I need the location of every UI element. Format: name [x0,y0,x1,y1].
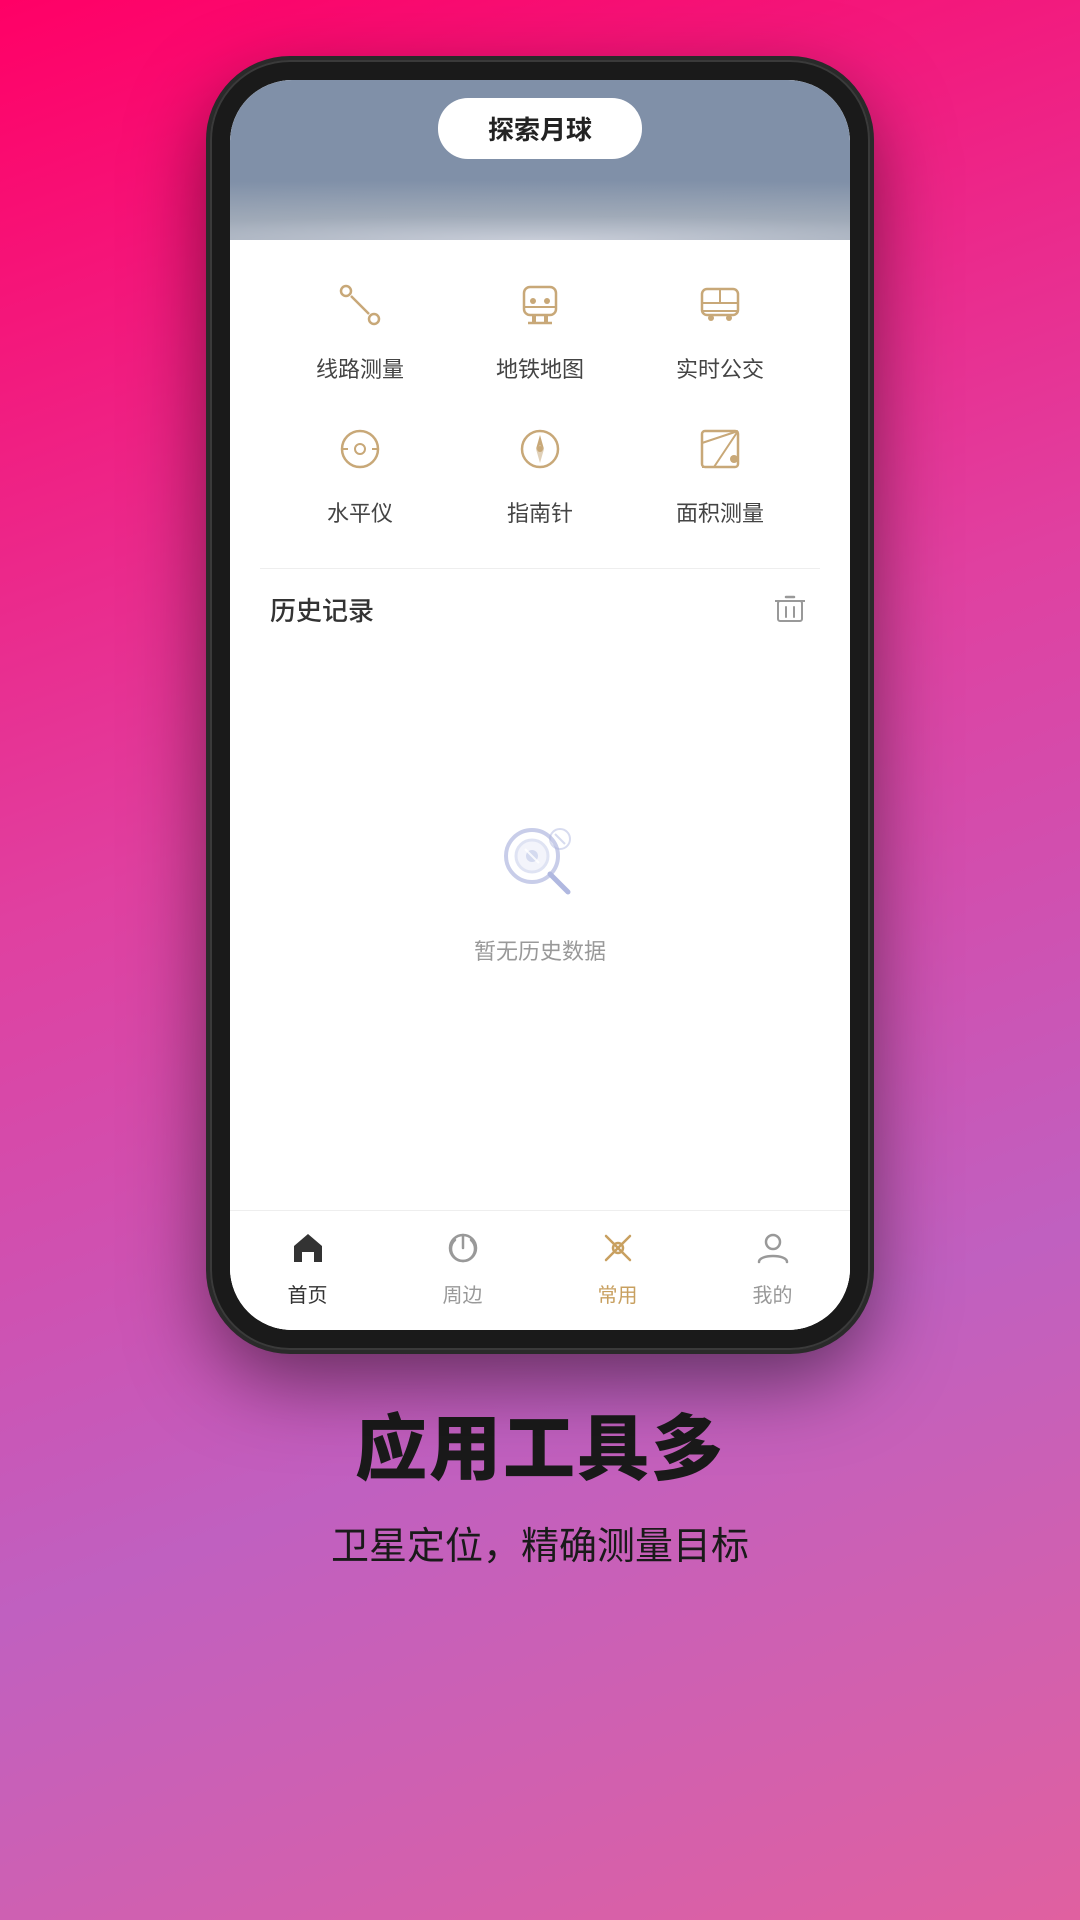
tool-route-measure[interactable]: 线路测量 [285,270,435,384]
tool-row-1: 线路测量 [270,270,810,384]
nav-common[interactable]: 常用 [568,1223,668,1308]
level-label: 水平仪 [327,496,393,528]
history-section: 历史记录 [230,569,850,1210]
realtime-bus-icon [685,270,755,340]
tool-realtime-bus[interactable]: 实时公交 [645,270,795,384]
header-title: 探索月球 [488,110,592,147]
delete-history-button[interactable] [770,589,810,629]
header-area: 探索月球 [230,80,850,240]
user-icon [748,1223,798,1273]
compass-label: 指南针 [507,496,573,528]
sub-slogan: 卫星定位，精确测量目标 [331,1515,749,1570]
subway-map-label: 地铁地图 [496,352,584,384]
tool-level[interactable]: 水平仪 [285,414,435,528]
area-measure-icon [685,414,755,484]
nav-nearby[interactable]: 周边 [413,1223,513,1308]
tool-row-2: 水平仪 指南针 [270,414,810,528]
compass-icon [505,414,575,484]
power-icon [438,1223,488,1273]
main-slogan: 应用工具多 [331,1390,749,1495]
empty-icon [490,814,590,914]
history-header: 历史记录 [270,589,810,629]
nav-home[interactable]: 首页 [258,1223,358,1308]
empty-text: 暂无历史数据 [474,934,606,966]
nav-mine[interactable]: 我的 [723,1223,823,1308]
nav-common-label: 常用 [598,1279,638,1308]
content-area: 线路测量 [230,240,850,1330]
nav-mine-label: 我的 [753,1279,793,1308]
phone-frame: 探索月球 线路测量 [210,60,870,1350]
realtime-bus-label: 实时公交 [676,352,764,384]
phone-screen: 探索月球 线路测量 [230,80,850,1330]
tool-grid: 线路测量 [230,240,850,568]
tool-subway-map[interactable]: 地铁地图 [465,270,615,384]
tool-area-measure[interactable]: 面积测量 [645,414,795,528]
nav-nearby-label: 周边 [443,1279,483,1308]
area-measure-label: 面积测量 [676,496,764,528]
route-measure-icon [325,270,395,340]
header-banner: 探索月球 [438,98,642,159]
bottom-nav: 首页 周边 [230,1210,850,1330]
empty-state: 暂无历史数据 [270,649,810,1190]
home-icon [283,1223,333,1273]
marketing-area: 应用工具多 卫星定位，精确测量目标 [271,1350,809,1600]
tool-compass[interactable]: 指南针 [465,414,615,528]
subway-map-icon [505,270,575,340]
history-title: 历史记录 [270,591,374,628]
tools-icon [593,1223,643,1273]
nav-home-label: 首页 [288,1279,328,1308]
level-icon [325,414,395,484]
route-measure-label: 线路测量 [316,352,404,384]
